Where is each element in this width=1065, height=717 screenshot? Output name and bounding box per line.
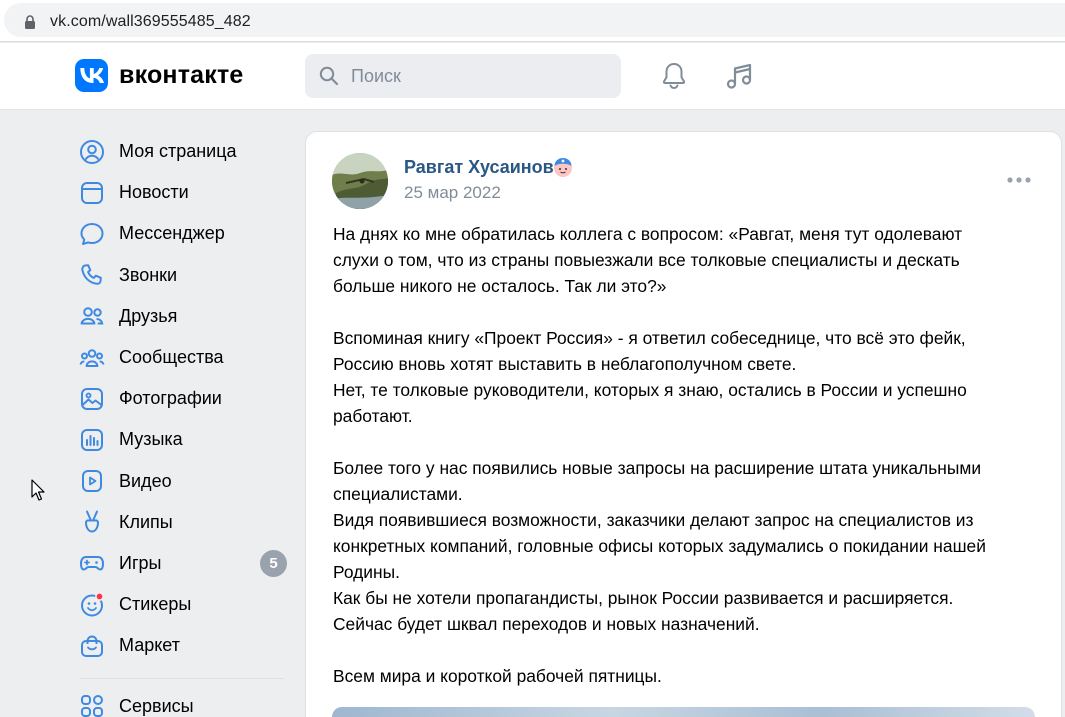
sidebar-item-video[interactable]: Видео — [76, 461, 291, 502]
news-icon — [81, 181, 103, 204]
post-paragraph: Вспоминая книгу «Проект Россия» - я отве… — [333, 328, 967, 426]
sidebar-item-stickers[interactable]: Стикеры — [76, 584, 291, 625]
sidebar-item-services[interactable]: Сервисы — [76, 685, 291, 717]
sidebar-item-label: Клипы — [119, 511, 173, 532]
music-icon — [81, 428, 103, 451]
sidebar-item-music[interactable]: Музыка — [76, 419, 291, 460]
search-icon — [319, 66, 339, 86]
lock-icon — [25, 15, 35, 29]
vk-logo-icon[interactable] — [75, 59, 108, 92]
search-input[interactable] — [351, 54, 611, 98]
sidebar-item-clips[interactable]: Клипы — [76, 502, 291, 543]
sidebar-item-friends[interactable]: Друзья — [76, 296, 291, 337]
video-icon — [82, 470, 102, 493]
sidebar-item-label: Новости — [119, 182, 189, 203]
bell-icon[interactable] — [658, 60, 690, 92]
sidebar-item-my-page[interactable]: Моя страница — [76, 131, 291, 172]
communities-icon — [79, 348, 105, 367]
vk-header: вконтакте — [0, 43, 1065, 110]
author-avatar[interactable] — [332, 153, 388, 209]
sidebar-item-label: Видео — [119, 470, 172, 491]
post-attached-photo[interactable] — [332, 707, 1035, 717]
post-date[interactable]: 25 мар 2022 — [404, 183, 501, 203]
friends-icon — [80, 307, 104, 325]
sidebar-item-messenger[interactable]: Мессенджер — [76, 213, 291, 254]
vk-logo-text[interactable]: вконтакте — [119, 61, 244, 90]
market-icon — [81, 635, 103, 657]
sidebar-item-photos[interactable]: Фотографии — [76, 378, 291, 419]
sidebar-divider — [80, 678, 284, 680]
phone-icon — [81, 264, 102, 285]
author-name[interactable]: Равгат Хусаинов — [404, 157, 554, 178]
sidebar-item-label: Сообщества — [119, 347, 224, 368]
sidebar-item-label: Моя страница — [119, 141, 237, 162]
more-options-icon[interactable] — [1006, 170, 1032, 190]
stickers-icon — [81, 591, 104, 617]
sidebar-item-label: Друзья — [119, 305, 178, 326]
games-icon — [80, 556, 104, 571]
clips-icon — [85, 510, 99, 533]
sidebar-item-market[interactable]: Маркет — [76, 625, 291, 666]
music-note-icon[interactable] — [724, 60, 756, 92]
post-paragraph: Всем мира и короткой рабочей пятницы. — [333, 666, 662, 686]
services-icon — [81, 695, 103, 717]
post-text: На днях ко мне обратилась коллега с вопр… — [333, 221, 1033, 689]
sidebar-item-label: Стикеры — [119, 594, 192, 615]
url-text: vk.com/wall369555485_482 — [50, 13, 251, 30]
left-sidebar: Моя страница Новости Мессенджер Звонки Д… — [76, 131, 291, 717]
browser-address-bar: vk.com/wall369555485_482 — [0, 0, 1065, 42]
url-field[interactable]: vk.com/wall369555485_482 — [4, 3, 1065, 37]
sidebar-item-label: Фотографии — [119, 388, 222, 409]
sidebar-item-label: Игры — [119, 552, 162, 573]
sidebar-item-label: Сервисы — [119, 695, 194, 716]
profile-icon — [80, 139, 104, 164]
sidebar-item-label: Музыка — [119, 429, 183, 450]
games-counter-badge: 5 — [260, 549, 287, 577]
avatar-emoji-icon — [554, 158, 572, 177]
sidebar-item-label: Мессенджер — [119, 223, 225, 244]
messenger-icon — [80, 222, 104, 245]
photos-icon — [81, 387, 103, 410]
sidebar-item-label: Маркет — [119, 635, 180, 656]
sidebar-item-news[interactable]: Новости — [76, 172, 291, 213]
post-paragraph: Более того у нас появились новые запросы… — [333, 458, 986, 634]
mouse-cursor-icon — [31, 479, 45, 501]
search-box[interactable] — [305, 54, 621, 98]
post-card: Равгат Хусаинов 25 мар 2022 На днях ко м… — [305, 131, 1062, 717]
sidebar-item-games[interactable]: Игры 5 — [76, 543, 291, 584]
post-paragraph: На днях ко мне обратилась коллега с вопр… — [333, 224, 963, 296]
sidebar-item-communities[interactable]: Сообщества — [76, 337, 291, 378]
sidebar-item-label: Звонки — [119, 264, 178, 285]
sidebar-item-calls[interactable]: Звонки — [76, 255, 291, 296]
